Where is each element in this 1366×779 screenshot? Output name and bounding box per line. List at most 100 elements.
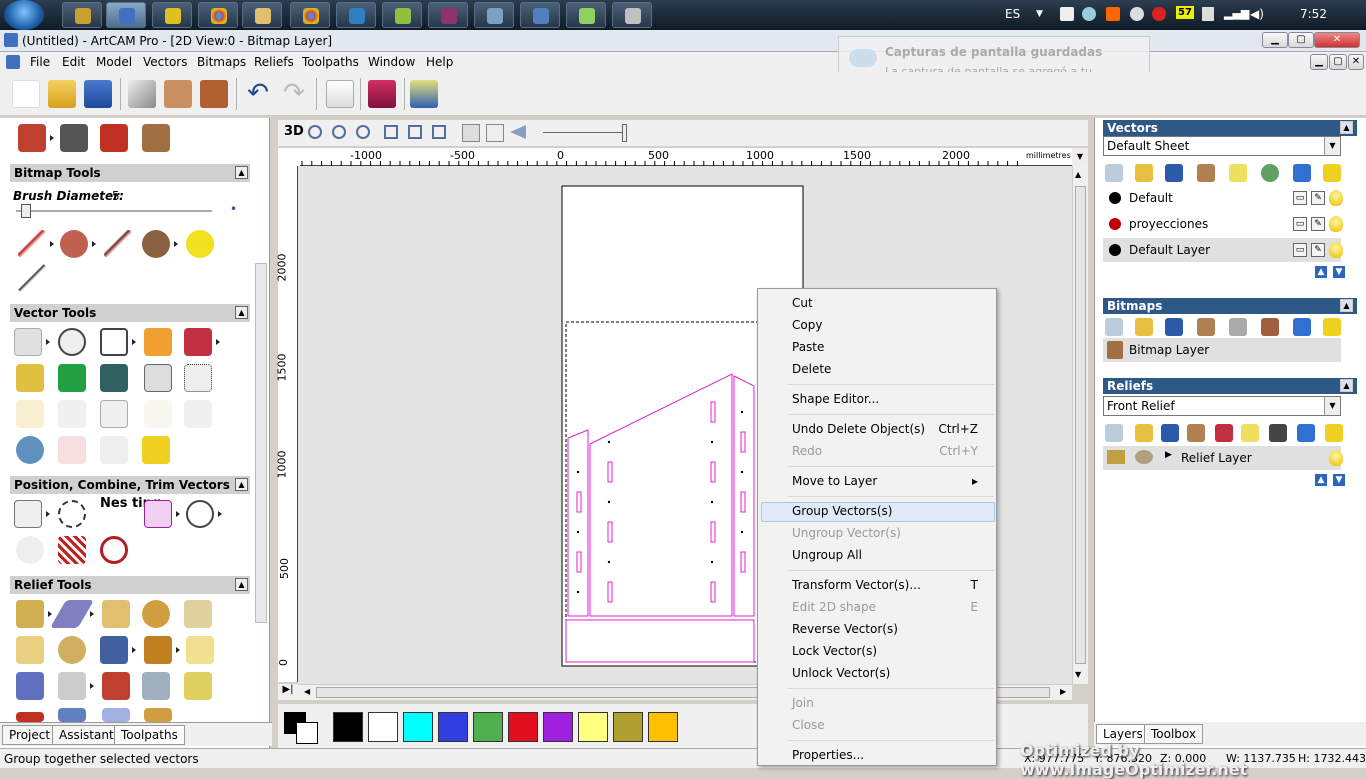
taskbar-winrar[interactable] [428,2,468,28]
bulb-icon[interactable] [1329,190,1343,206]
relief-tool-17-icon[interactable] [58,708,86,722]
angle-icon[interactable] [144,400,172,428]
color-swatch[interactable] [333,712,363,742]
new-layer-icon[interactable] [1105,164,1123,182]
relief-tool-14-icon[interactable] [142,672,170,700]
import-vector-icon[interactable] [16,364,44,392]
signal-icon[interactable]: ▂▄▆ [1224,7,1249,20]
snap-grid-icon[interactable] [462,124,480,142]
context-menu-item[interactable]: Shape Editor... [792,392,992,412]
relief-tool-12-icon[interactable] [58,672,86,700]
copy-relief-icon[interactable] [1187,424,1205,442]
vector-edit-icon[interactable] [184,328,212,356]
zoom-previous-icon[interactable] [432,125,446,139]
relief-mode-icon[interactable] [1135,450,1153,464]
tray-badge[interactable]: 57 [1176,6,1194,19]
left-panel-scrollbar[interactable] [255,263,267,623]
relief-props-icon[interactable] [1241,424,1259,442]
context-menu-item[interactable]: Join [792,696,992,716]
collapse-icon[interactable]: ▲ [235,478,248,491]
layer-row-proyecciones[interactable]: proyecciones ▭ ✎ [1103,212,1343,236]
toggle-icon[interactable] [510,125,526,139]
pencil-icon[interactable] [18,264,46,292]
position-combine-header[interactable]: Position, Combine, Trim Vectors ▲ [10,476,250,494]
close-button[interactable]: ✕ [1314,32,1360,48]
taskbar-explorer[interactable] [242,2,282,28]
select-arrow-icon[interactable] [14,328,42,356]
collapse-icon[interactable]: ▲ [1340,121,1353,134]
mdi-minimize-button[interactable]: ▁ [1310,54,1328,70]
context-menu-item[interactable]: Redo Ctrl+Y [792,444,992,464]
layer-color-dot[interactable] [1109,192,1121,204]
contrast-slider-thumb[interactable] [622,124,627,142]
pen-icon[interactable] [18,230,46,258]
cloud-icon[interactable] [1130,7,1144,21]
bitmap-tool-1-icon[interactable] [18,124,46,152]
context-menu-item[interactable]: Move to Layer ▸ [792,474,992,494]
collapse-icon[interactable]: ▲ [1340,299,1353,312]
taskbar-app-7[interactable] [336,2,376,28]
bitmap-tools-header[interactable]: Bitmap Tools ▲ [10,164,250,182]
save-icon[interactable] [84,80,112,108]
zoom-in-icon[interactable] [308,125,322,139]
taskbar-app-3[interactable] [152,2,192,28]
text-icon[interactable] [144,328,172,356]
mdi-restore-button[interactable]: ▢ [1329,54,1347,70]
onedrive-icon[interactable] [1082,7,1096,21]
context-menu-item[interactable]: Group Vectors(s) [792,504,992,524]
secondary-color[interactable] [296,722,318,744]
copy-icon[interactable] [164,80,192,108]
menu-toolpaths[interactable]: Toolpaths [302,55,359,69]
relief-tools-header[interactable]: Relief Tools ▲ [10,576,250,594]
canvas-vertical-scrollbar[interactable]: ▲ ▼ [1072,166,1088,684]
pen-icon[interactable]: ✎ [1311,191,1325,205]
menu-file[interactable]: File [30,55,50,69]
expand-arrow-icon[interactable]: ▶ [1165,450,1172,460]
scroll-right-icon[interactable]: ▶ [1060,687,1066,696]
spiral-icon[interactable] [100,536,128,564]
pen-icon[interactable]: ✎ [1311,243,1325,257]
volume-icon[interactable]: ◀) [1250,7,1264,21]
pen-icon[interactable]: ✎ [1311,217,1325,231]
color-swatch[interactable] [403,712,433,742]
lock-icon[interactable]: ▭ [1293,191,1307,205]
scroll-left-icon[interactable]: ◀ [304,687,310,696]
weld-icon[interactable] [186,500,214,528]
undo-icon[interactable]: ↶ [244,80,272,108]
menu-window[interactable]: Window [368,55,415,69]
vectors-header[interactable]: Vectors ▲ [1103,120,1357,136]
clock[interactable]: 7:52 [1300,7,1327,21]
dropper-icon[interactable] [104,230,132,258]
layer-color-dot[interactable] [1109,218,1121,230]
new-icon[interactable] [12,80,40,108]
color-swatch[interactable] [368,712,398,742]
open-relief-icon[interactable] [1135,424,1153,442]
color-swatch[interactable] [508,712,538,742]
cylinder-icon[interactable] [16,436,44,464]
units-dropdown-icon[interactable]: ▼ [1072,148,1088,166]
context-menu-item[interactable]: Transform Vector(s)... T [792,578,992,598]
tab-assistant[interactable]: Assistant [52,725,121,745]
collapse-icon[interactable]: ▲ [235,578,248,591]
relief-tool-1-icon[interactable] [16,600,44,628]
start-button[interactable] [4,0,44,30]
menu-help[interactable]: Help [426,55,453,69]
open-icon[interactable] [48,80,76,108]
relief-stack-icon[interactable] [1215,424,1233,442]
save-layer-icon[interactable] [1165,164,1183,182]
tab-toolpaths[interactable]: Toolpaths [114,725,185,745]
taskbar-app-11[interactable] [520,2,560,28]
nodes-icon[interactable] [184,364,212,392]
page-nav-icon[interactable]: ▶| [278,684,298,700]
minimize-button[interactable]: ▁ [1262,32,1288,48]
context-menu-item[interactable]: Copy [792,318,992,338]
relief-select[interactable]: Front Relief ▼ [1103,396,1341,416]
collapse-icon[interactable]: ▲ [1340,379,1353,392]
tray-expand-icon[interactable]: ▼ [1036,9,1043,19]
lock-icon[interactable]: ▭ [1293,217,1307,231]
bitmap-visibility-icon[interactable] [1323,318,1341,336]
vector-tools-header[interactable]: Vector Tools ▲ [10,304,250,322]
plane-icon[interactable] [49,600,95,628]
merge-layer-icon[interactable] [1261,164,1279,182]
visibility-all-icon[interactable] [1323,164,1341,182]
